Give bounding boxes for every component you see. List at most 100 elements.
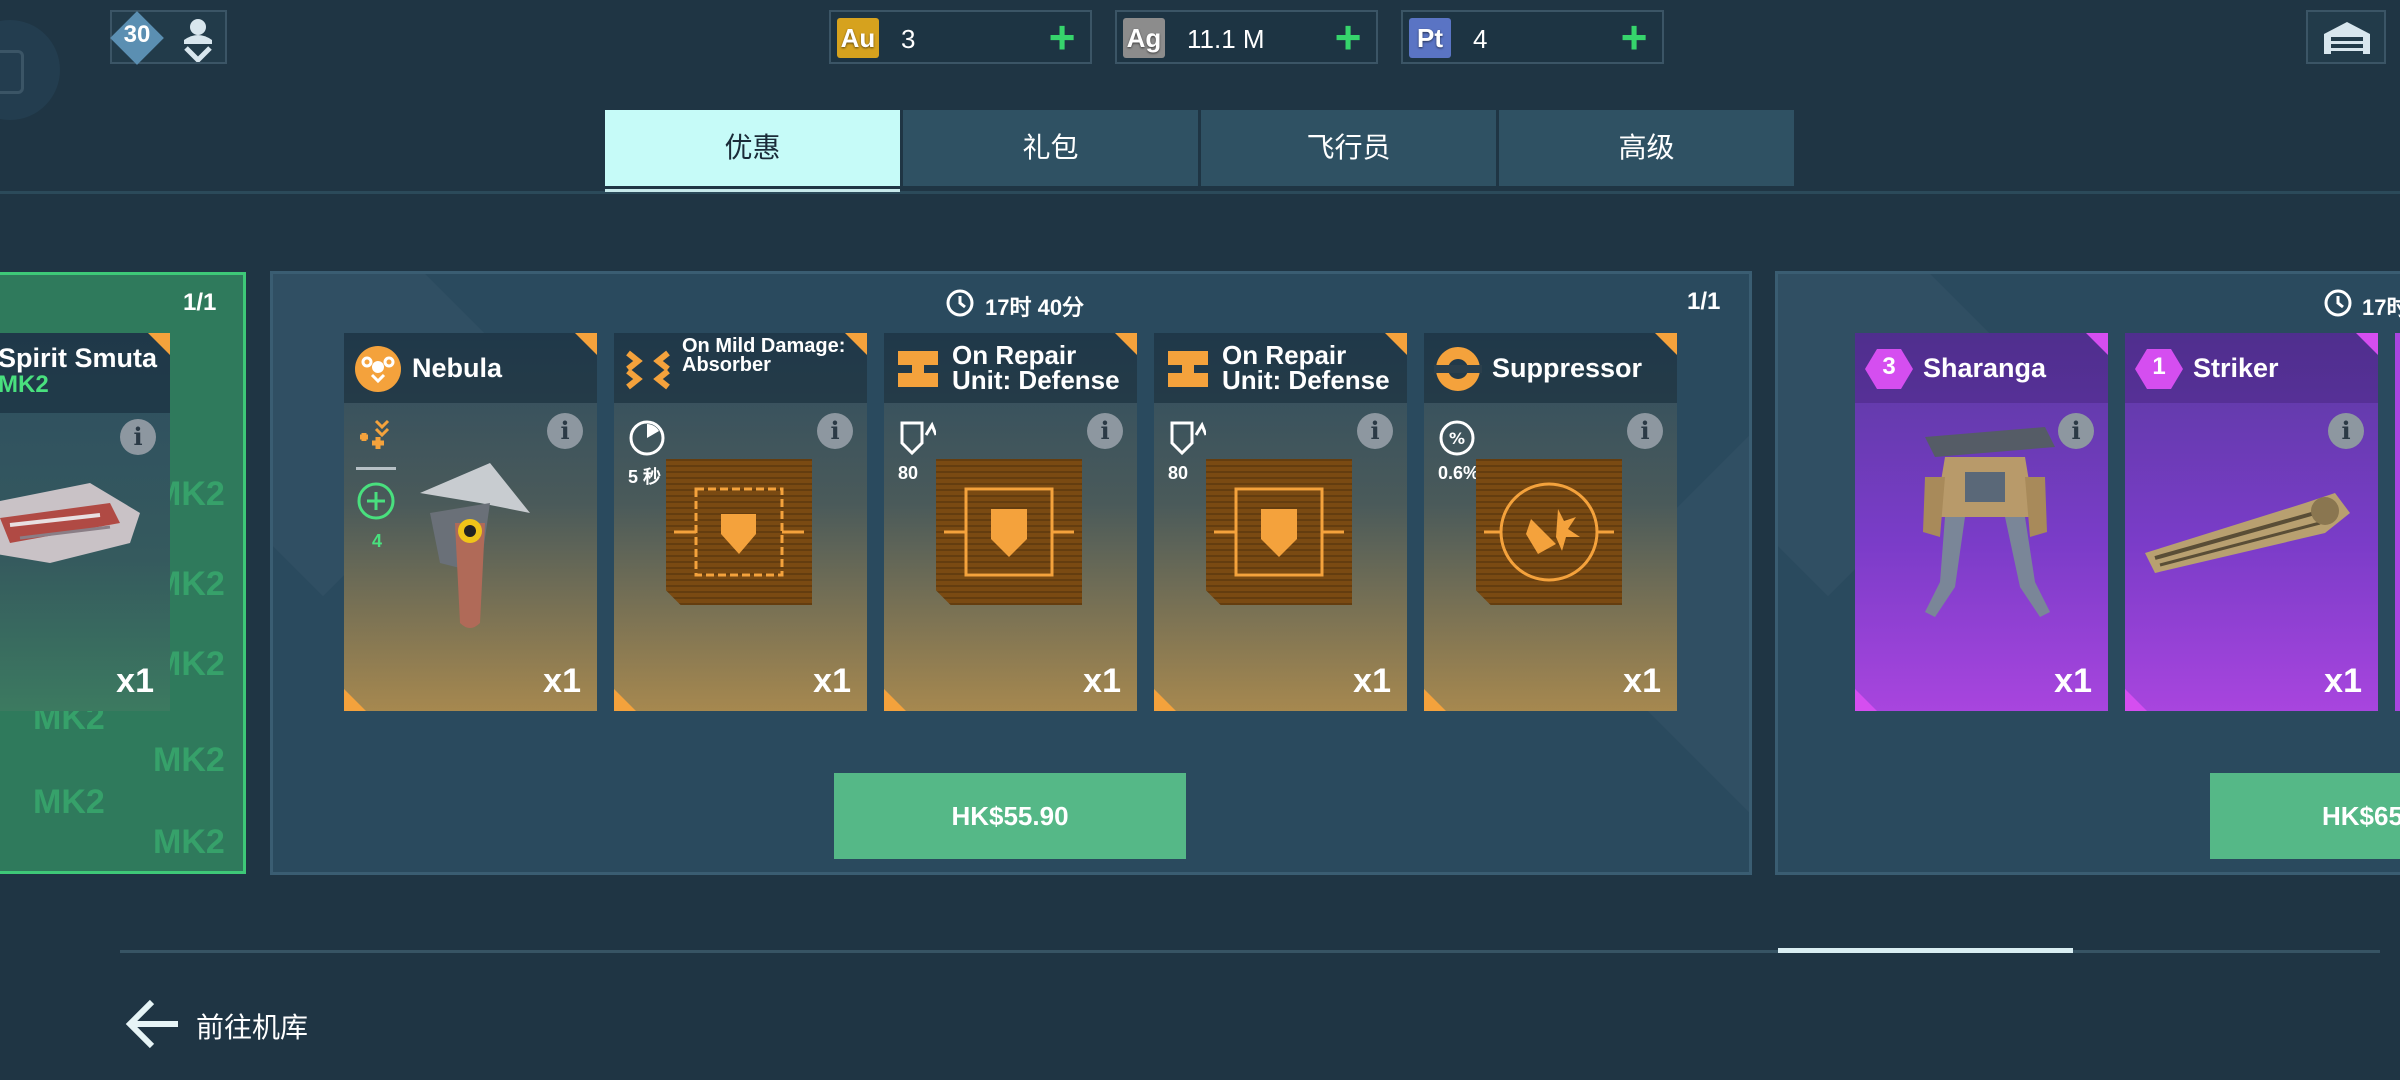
clock-icon (946, 289, 974, 317)
silver-currency: Ag 11.1 M + (1115, 10, 1378, 64)
info-icon[interactable]: i (120, 419, 156, 455)
buy-button-center[interactable]: HK$55.90 (834, 773, 1186, 859)
card-quantity: x1 (543, 662, 581, 700)
card-stat: 80 (1168, 463, 1189, 483)
item-card-repair-defense-2[interactable]: On Repair Unit: Defense i 80 x1 (1154, 333, 1407, 711)
item-card-absorber[interactable]: On Mild Damage: Absorber i 5 秒 x1 (614, 333, 867, 711)
module-type-icon (626, 350, 670, 390)
card-title: Nebula (412, 353, 503, 383)
hangar-icon (2324, 22, 2370, 54)
weapon-image (0, 483, 140, 563)
card-corner (1655, 333, 1677, 355)
info-icon[interactable]: i (1627, 413, 1663, 449)
card-title: Striker (2193, 353, 2279, 383)
active-tab-underline (605, 189, 900, 192)
gold-amount: 3 (901, 24, 916, 54)
card-stat: 4 (372, 531, 383, 551)
platinum-icon: Pt (1409, 18, 1451, 58)
card-title: Spirit Smuta (0, 343, 158, 373)
info-icon[interactable]: i (1357, 413, 1393, 449)
platinum-amount: 4 (1473, 24, 1488, 54)
card-corner (1424, 689, 1446, 711)
repair-defense-module-icon (944, 487, 1074, 577)
gold-icon: Au (837, 18, 879, 58)
item-card-suppressor[interactable]: Suppressor i % 0.6% x1 (1424, 333, 1677, 711)
card-quantity: x1 (1353, 662, 1391, 700)
rank-number: 3 (1882, 353, 1896, 380)
card-quantity: x1 (813, 662, 851, 700)
silver-icon: Ag (1123, 18, 1165, 58)
gold-currency: Au 3 + (829, 10, 1092, 64)
card-corner (1855, 689, 1877, 711)
card-quantity: x1 (116, 662, 154, 700)
add-gold-button[interactable]: + (1042, 14, 1082, 60)
item-card-repair-defense-1[interactable]: On Repair Unit: Defense i 80 x1 (884, 333, 1137, 711)
striker-weapon-image (2145, 493, 2350, 573)
armor-icon (1170, 421, 1206, 456)
mk2-watermark: MK2 (153, 823, 225, 861)
hangar-button[interactable] (2306, 10, 2386, 64)
mk2-watermark: MK2 (153, 741, 225, 779)
info-icon[interactable]: i (2328, 413, 2364, 449)
armor-icon (900, 421, 936, 456)
go-to-hangar-link[interactable]: 前往机库 (196, 1006, 308, 1046)
add-slot-icon (357, 482, 395, 520)
nebula-drone-image (420, 463, 530, 628)
cooldown-icon (629, 420, 665, 456)
card-corner (2086, 333, 2108, 355)
module-type-icon (1168, 351, 1208, 387)
card-subtitle: MK2 (0, 371, 49, 398)
player-level-box[interactable]: 30 (110, 10, 227, 65)
card-stat: 80 (898, 463, 919, 483)
offer-timer: 17时 40分 (985, 295, 1085, 320)
clock-icon (2324, 289, 2352, 317)
platinum-currency: Pt 4 + (1401, 10, 1664, 64)
left-menu-button[interactable] (0, 50, 24, 94)
back-arrow-icon[interactable] (124, 996, 180, 1052)
tab-pilots[interactable]: 飞行员 (1201, 110, 1496, 186)
percent-icon: % (1439, 420, 1475, 456)
item-card-striker[interactable]: 1 Striker i x1 (2125, 333, 2378, 711)
card-title: On Repair Unit: Defense (952, 340, 1120, 395)
card-quantity: x1 (1083, 662, 1121, 700)
item-card-spirit-smuta[interactable]: Spirit Smuta MK2 i x1 (0, 333, 170, 711)
pilot-icon (184, 19, 212, 62)
card-stat: 5 秒 (628, 467, 662, 487)
module-type-icon (898, 351, 938, 387)
module-type-icon (1434, 347, 1482, 391)
silver-amount: 11.1 M (1187, 24, 1265, 54)
repair-defense-module-icon (1214, 487, 1344, 577)
upgrade-icon (360, 419, 390, 449)
next-card-edge (2395, 333, 2400, 711)
tab-offers[interactable]: 优惠 (605, 110, 900, 186)
card-stat: 0.6% (1438, 463, 1480, 483)
player-level: 30 (123, 21, 151, 48)
card-quantity: x1 (1623, 662, 1661, 700)
card-title: Suppressor (1492, 353, 1643, 383)
card-corner (1154, 689, 1176, 711)
info-icon[interactable]: i (817, 413, 853, 449)
card-title: On Repair Unit: Defense (1222, 340, 1390, 395)
add-silver-button[interactable]: + (1328, 14, 1368, 60)
card-corner (2356, 333, 2378, 355)
card-corner (344, 689, 366, 711)
card-corner (2125, 689, 2147, 711)
info-icon[interactable]: i (1087, 413, 1123, 449)
rank-number: 1 (2152, 353, 2166, 380)
carousel-scroll-thumb[interactable] (1778, 948, 2073, 953)
absorber-module-icon (674, 487, 804, 577)
tabs-divider (0, 191, 2400, 194)
buy-button-right[interactable]: HK$65 (2210, 773, 2400, 859)
tab-bundles[interactable]: 礼包 (903, 110, 1198, 186)
add-platinum-button[interactable]: + (1614, 14, 1654, 60)
info-icon[interactable]: i (547, 413, 583, 449)
item-card-nebula[interactable]: Nebula i 4 x1 (344, 333, 597, 711)
suppressor-module-icon (1484, 482, 1614, 582)
offer-counter: 1/1 (183, 289, 217, 316)
drone-type-icon (355, 346, 401, 392)
svg-text:%: % (1449, 429, 1465, 448)
tab-premium[interactable]: 高级 (1499, 110, 1794, 186)
item-card-sharanga[interactable]: 3 Sharanga i x1 (1855, 333, 2108, 711)
card-corner (614, 689, 636, 711)
offer-timer: 17时 (2362, 295, 2400, 320)
